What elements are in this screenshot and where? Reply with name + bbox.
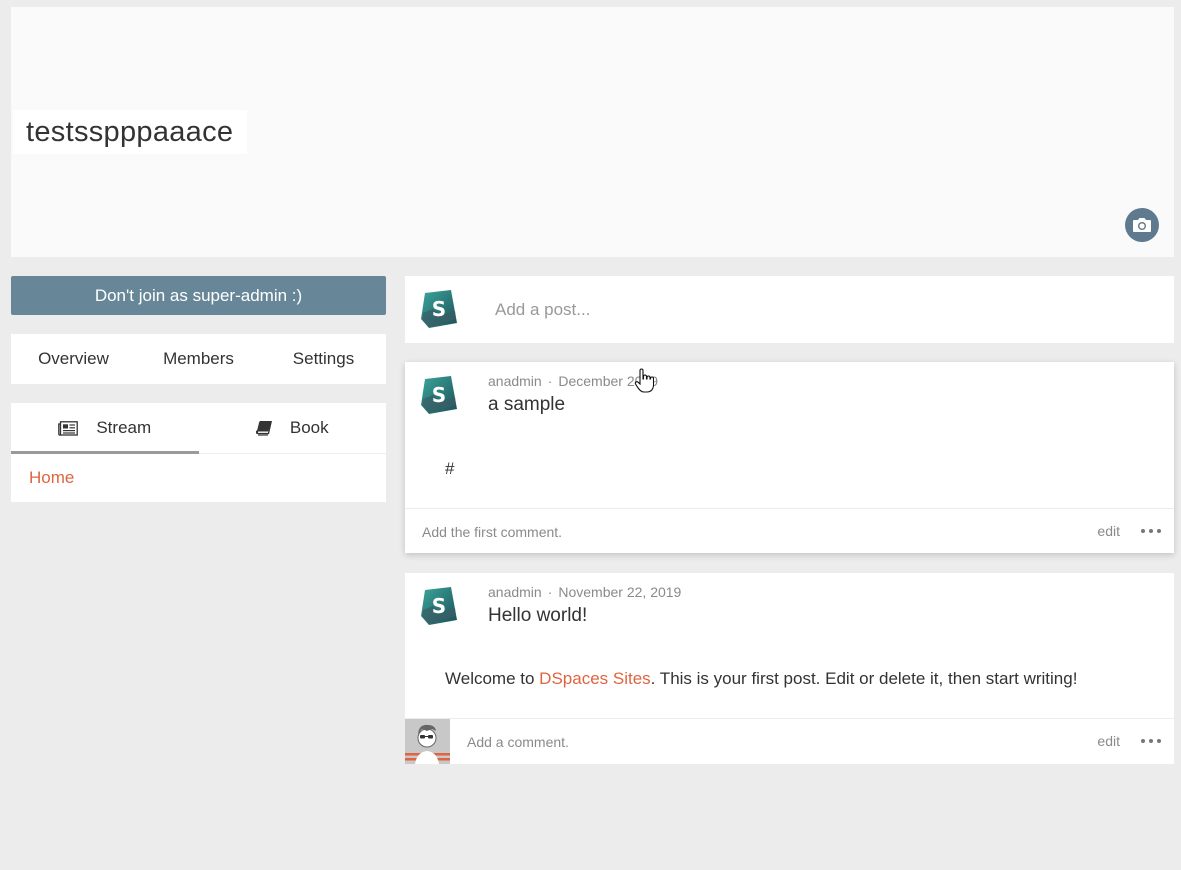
more-options-icon[interactable]	[1140, 733, 1162, 749]
post-title[interactable]: Hello world!	[488, 605, 587, 627]
hand-cursor-icon	[634, 368, 654, 393]
author-avatar-icon[interactable]: S	[419, 586, 459, 626]
book-icon	[255, 420, 272, 436]
tab-book[interactable]: Book	[199, 403, 387, 453]
edit-post-link[interactable]: edit	[1097, 509, 1120, 553]
post-body: Welcome to DSpaces Sites. This is your f…	[445, 669, 1077, 689]
join-space-button[interactable]: Don't join as super-admin :)	[11, 276, 386, 315]
camera-icon	[1133, 218, 1151, 232]
post-meta: anadmin · November 22, 2019	[488, 584, 682, 600]
comment-input[interactable]	[465, 719, 1069, 765]
svg-text:S: S	[432, 383, 446, 407]
comment-input[interactable]	[420, 509, 1024, 555]
more-options-icon[interactable]	[1140, 523, 1162, 539]
tab-stream[interactable]: Stream	[11, 403, 199, 454]
change-cover-button[interactable]	[1125, 208, 1159, 242]
svg-text:S: S	[432, 297, 446, 321]
post-author[interactable]: anadmin	[488, 584, 542, 600]
post-composer: S	[405, 276, 1174, 343]
post-body: #	[445, 459, 455, 478]
stream-tabs: Stream Book	[11, 403, 386, 454]
post-meta: anadmin · December 2019	[488, 373, 658, 389]
space-nav: Overview Members Settings	[11, 334, 386, 384]
space-title: testsspppaaace	[13, 110, 248, 154]
post-body-text: Welcome to	[445, 669, 540, 688]
nav-overview[interactable]: Overview	[11, 334, 136, 384]
post-author[interactable]: anadmin	[488, 373, 542, 389]
nav-settings[interactable]: Settings	[261, 334, 386, 384]
author-avatar-icon[interactable]: S	[419, 375, 459, 415]
post-footer: edit	[405, 718, 1174, 765]
newspaper-icon	[58, 420, 79, 436]
post-date[interactable]: November 22, 2019	[558, 584, 681, 600]
post-body-text: . This is your first post. Edit or delet…	[650, 669, 1078, 688]
post-card: S anadmin · November 22, 2019 Hello world!…	[405, 573, 1174, 765]
nav-members[interactable]: Members	[136, 334, 261, 384]
space-avatar-icon: S	[421, 290, 457, 328]
dspaces-sites-link[interactable]: DSpaces Sites	[539, 669, 651, 688]
post-card: S anadmin·December 2019 a sample # edit	[405, 362, 1174, 555]
tab-stream-label: Stream	[96, 418, 152, 437]
post-title[interactable]: a sample	[488, 394, 565, 416]
stream-panel: Stream Book Home	[11, 403, 386, 502]
space-cover: testsspppaaace	[11, 7, 1174, 257]
svg-text:S: S	[432, 594, 446, 618]
user-avatar	[405, 719, 450, 764]
post-footer: edit	[405, 508, 1174, 555]
tab-book-label: Book	[289, 418, 329, 437]
edit-post-link[interactable]: edit	[1097, 719, 1120, 763]
add-post-input[interactable]	[493, 294, 1157, 326]
home-link[interactable]: Home	[11, 454, 386, 502]
